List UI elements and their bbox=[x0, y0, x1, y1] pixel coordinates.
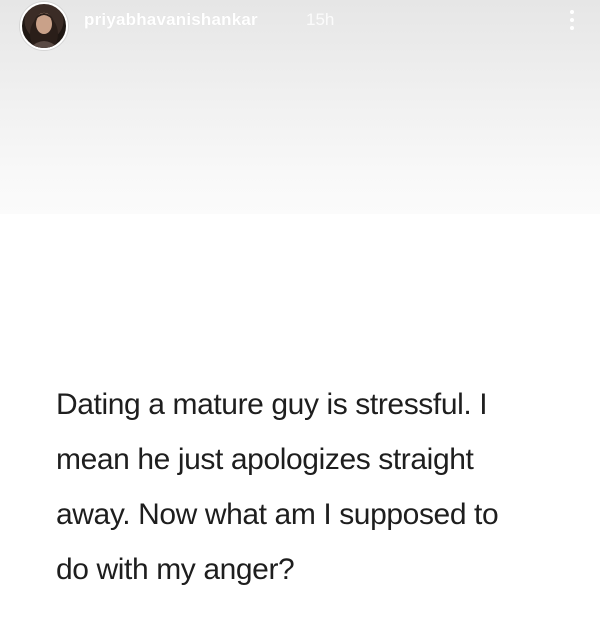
more-vertical-icon bbox=[570, 10, 574, 14]
more-vertical-icon-dot bbox=[570, 18, 574, 22]
story-header: priyabhavanishankar 15h bbox=[0, 0, 600, 215]
avatar[interactable] bbox=[20, 2, 68, 50]
timestamp: 15h bbox=[306, 10, 335, 29]
avatar-portrait bbox=[30, 13, 58, 48]
more-vertical-icon-dot bbox=[570, 26, 574, 30]
more-options-button[interactable] bbox=[562, 2, 582, 38]
story-text: Dating a mature guy is stressful. I mean… bbox=[56, 388, 499, 586]
username[interactable]: priyabhavanishankar bbox=[84, 10, 258, 30]
